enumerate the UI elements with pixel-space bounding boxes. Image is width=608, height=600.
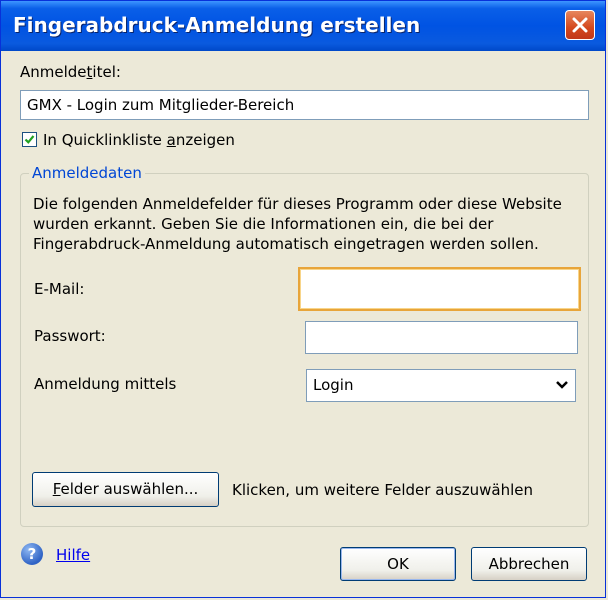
group-description: Die folgenden Anmeldefelder für dieses P… (33, 194, 562, 254)
title-bar[interactable]: Fingerabdruck-Anmeldung erstellen (1, 1, 605, 51)
quicklink-checkbox[interactable] (22, 132, 37, 147)
email-input[interactable] (298, 267, 581, 311)
password-input[interactable] (305, 321, 578, 354)
login-via-label: Anmeldung mittels (34, 375, 177, 393)
description-line: Die folgenden Anmeldefelder für dieses P… (33, 195, 562, 213)
help-link[interactable]: Hilfe (56, 546, 90, 564)
cancel-button[interactable]: Abbrechen (471, 547, 587, 581)
close-icon (572, 17, 588, 33)
chevron-down-icon (556, 381, 568, 389)
checkmark-icon (24, 135, 35, 144)
login-title-input[interactable] (20, 90, 589, 120)
login-via-select[interactable]: Login (306, 369, 576, 402)
login-title-label: Anmeldetitel: (20, 63, 121, 81)
login-via-selected: Login (313, 376, 354, 394)
group-title: Anmeldedaten (29, 164, 145, 182)
select-fields-button[interactable]: Felder auswählen... (32, 472, 219, 507)
select-fields-hint: Klicken, um weitere Felder auszuwählen (232, 481, 533, 499)
quicklink-label[interactable]: In Quicklinkliste anzeigen (43, 131, 235, 149)
help-icon[interactable]: ? (21, 543, 43, 565)
description-line: Fingerabdruck-Anmeldung automatisch eing… (33, 235, 539, 253)
dialog-window: Fingerabdruck-Anmeldung erstellen Anmeld… (0, 0, 606, 598)
email-label: E-Mail: (34, 280, 85, 298)
password-label: Passwort: (34, 327, 106, 345)
window-title: Fingerabdruck-Anmeldung erstellen (13, 13, 421, 37)
close-button[interactable] (565, 10, 595, 40)
ok-button[interactable]: OK (340, 547, 456, 581)
description-line: wurden erkannt. Geben Sie die Informatio… (33, 215, 494, 233)
